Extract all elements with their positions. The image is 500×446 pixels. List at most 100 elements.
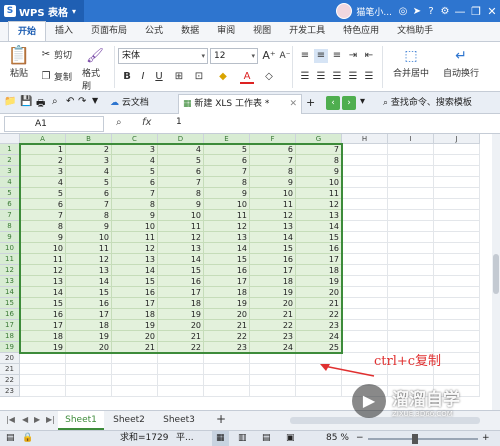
grid-cell[interactable]: 15 bbox=[158, 265, 204, 276]
grid-cell[interactable]: 20 bbox=[112, 331, 158, 342]
zoom-value[interactable]: 85 % bbox=[326, 431, 349, 446]
grid-cell[interactable]: 10 bbox=[112, 221, 158, 232]
help-icon[interactable]: ? bbox=[424, 6, 438, 17]
grid-cell[interactable] bbox=[388, 144, 434, 155]
decrease-font-icon[interactable]: A⁻ bbox=[278, 49, 292, 63]
grid-cell[interactable]: 14 bbox=[296, 221, 342, 232]
row-header[interactable]: 16 bbox=[0, 309, 20, 320]
grid-cell[interactable]: 9 bbox=[158, 199, 204, 210]
grid-cell[interactable]: 14 bbox=[20, 287, 66, 298]
grid-cell[interactable]: 12 bbox=[296, 199, 342, 210]
scroll-right-button[interactable]: › bbox=[342, 96, 356, 110]
merge-center-button[interactable]: ⬚ 合并居中 bbox=[386, 46, 436, 79]
grid-cell[interactable]: 15 bbox=[66, 287, 112, 298]
grid-cell[interactable]: 9 bbox=[112, 210, 158, 221]
row-header[interactable]: 18 bbox=[0, 331, 20, 342]
grid-cell[interactable] bbox=[434, 155, 480, 166]
send-icon[interactable]: ➤ bbox=[410, 6, 424, 17]
justify-icon[interactable]: ☰ bbox=[346, 70, 360, 84]
grid-cell[interactable]: 22 bbox=[296, 309, 342, 320]
row-header[interactable]: 3 bbox=[0, 166, 20, 177]
grid-cell[interactable]: 13 bbox=[112, 254, 158, 265]
grid-cell[interactable]: 14 bbox=[204, 243, 250, 254]
grid-cell[interactable]: 3 bbox=[112, 144, 158, 155]
grid-cell[interactable] bbox=[434, 177, 480, 188]
grid-cell[interactable]: 8 bbox=[112, 199, 158, 210]
grid-cell[interactable] bbox=[388, 188, 434, 199]
grid-cell[interactable] bbox=[342, 254, 388, 265]
grid-cell[interactable] bbox=[204, 364, 250, 375]
column-header[interactable]: D bbox=[158, 134, 204, 144]
sheet-tab-2[interactable]: Sheet2 bbox=[106, 411, 152, 430]
grid-cell[interactable]: 12 bbox=[158, 232, 204, 243]
grid-cell[interactable]: 13 bbox=[158, 243, 204, 254]
grid-cell[interactable]: 8 bbox=[158, 188, 204, 199]
italic-button[interactable]: I bbox=[136, 70, 150, 84]
formula-input[interactable]: 1 bbox=[176, 117, 182, 127]
column-header[interactable]: E bbox=[204, 134, 250, 144]
grid-cell[interactable]: 6 bbox=[204, 155, 250, 166]
print-icon[interactable]: 🖶 bbox=[36, 96, 45, 113]
grid-cell[interactable]: 4 bbox=[112, 155, 158, 166]
skin-icon[interactable]: ◎ bbox=[396, 6, 410, 17]
preview-icon[interactable]: ⌕ bbox=[52, 96, 58, 107]
grid-cell[interactable] bbox=[434, 287, 480, 298]
font-name-select[interactable]: 宋体 ▾ bbox=[118, 48, 208, 64]
column-header[interactable]: C bbox=[112, 134, 158, 144]
align-right-icon[interactable]: ☰ bbox=[330, 70, 344, 84]
grid-cell[interactable]: 6 bbox=[66, 188, 112, 199]
grid-cell[interactable]: 10 bbox=[158, 210, 204, 221]
grid-cell[interactable] bbox=[20, 386, 66, 397]
grid-cell[interactable]: 13 bbox=[66, 265, 112, 276]
zoom-out-icon[interactable]: − bbox=[356, 431, 364, 446]
grid-cell[interactable]: 10 bbox=[66, 232, 112, 243]
row-header[interactable]: 20 bbox=[0, 353, 20, 364]
grid-cell[interactable]: 11 bbox=[204, 210, 250, 221]
grid-cell[interactable]: 18 bbox=[296, 265, 342, 276]
grid-cell[interactable] bbox=[158, 375, 204, 386]
grid-cell[interactable]: 20 bbox=[158, 320, 204, 331]
save-icon[interactable]: 💾 bbox=[20, 96, 32, 107]
grid-cell[interactable]: 6 bbox=[250, 144, 296, 155]
font-size-select[interactable]: 12 ▾ bbox=[210, 48, 258, 64]
merge-icon[interactable]: ⊡ bbox=[192, 70, 206, 84]
zoom-slider-handle[interactable] bbox=[412, 434, 418, 444]
grid-cell[interactable]: 13 bbox=[20, 276, 66, 287]
grid-cell[interactable]: 23 bbox=[250, 331, 296, 342]
row-header[interactable]: 11 bbox=[0, 254, 20, 265]
align-middle-icon[interactable]: ≡ bbox=[314, 49, 328, 63]
wps-menu-button[interactable]: S WPS 表格 ▾ bbox=[0, 0, 85, 22]
grid-cell[interactable]: 22 bbox=[204, 331, 250, 342]
grid-cell[interactable]: 23 bbox=[296, 320, 342, 331]
grid-cell[interactable]: 19 bbox=[112, 320, 158, 331]
grid-cell[interactable]: 17 bbox=[112, 298, 158, 309]
tab-menu-4[interactable]: 数据 bbox=[172, 21, 208, 41]
grid-cell[interactable] bbox=[434, 144, 480, 155]
grid-cell[interactable] bbox=[388, 298, 434, 309]
zoom-in-icon[interactable]: + bbox=[482, 431, 490, 446]
grid-cell[interactable] bbox=[434, 320, 480, 331]
grid-cell[interactable] bbox=[434, 265, 480, 276]
grid-cell[interactable] bbox=[204, 386, 250, 397]
column-header[interactable]: J bbox=[434, 134, 480, 144]
grid-cell[interactable] bbox=[342, 177, 388, 188]
zoom-slider[interactable] bbox=[368, 438, 478, 440]
grid-cell[interactable] bbox=[342, 232, 388, 243]
row-header[interactable]: 2 bbox=[0, 155, 20, 166]
grid-cell[interactable] bbox=[434, 166, 480, 177]
grid-cell[interactable]: 7 bbox=[112, 188, 158, 199]
grid-cell[interactable]: 7 bbox=[250, 155, 296, 166]
grid-cell[interactable]: 9 bbox=[204, 188, 250, 199]
row-header[interactable]: 8 bbox=[0, 221, 20, 232]
row-header[interactable]: 14 bbox=[0, 287, 20, 298]
tab-menu-3[interactable]: 公式 bbox=[136, 21, 172, 41]
grid-cell[interactable]: 12 bbox=[204, 221, 250, 232]
row-header[interactable]: 7 bbox=[0, 210, 20, 221]
row-header[interactable]: 22 bbox=[0, 375, 20, 386]
grid-cell[interactable]: 14 bbox=[158, 254, 204, 265]
grid-cell[interactable]: 13 bbox=[250, 221, 296, 232]
grid-cell[interactable] bbox=[388, 243, 434, 254]
grid-cell[interactable]: 10 bbox=[204, 199, 250, 210]
grid-cell[interactable]: 10 bbox=[20, 243, 66, 254]
tab-menu-8[interactable]: 特色应用 bbox=[334, 21, 388, 41]
